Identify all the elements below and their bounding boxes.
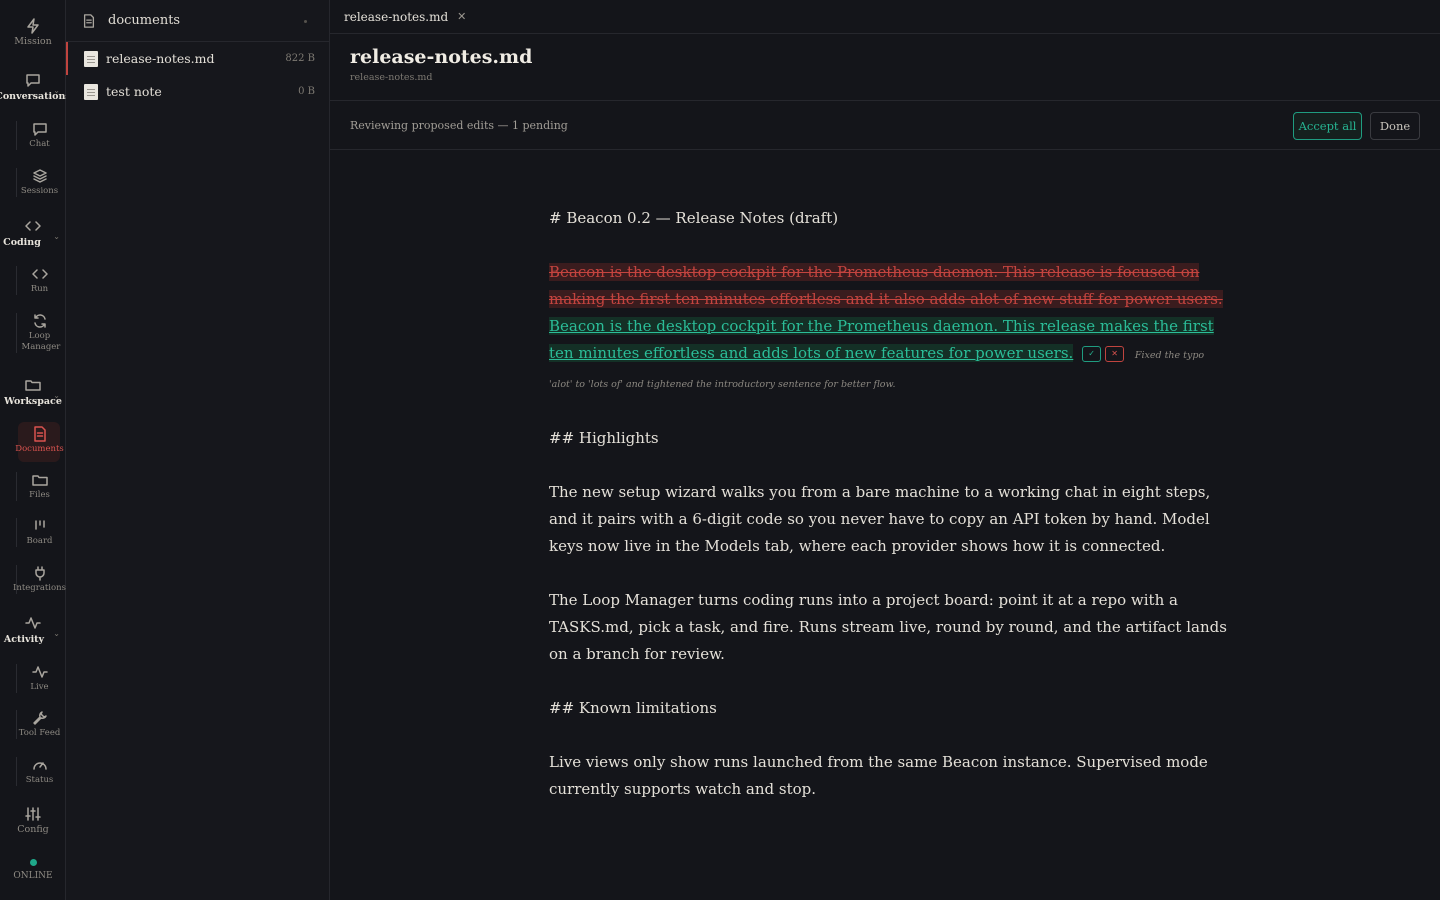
online-status: ONLINE [0,859,66,882]
reject-edit-button[interactable]: ✕ [1105,346,1125,362]
nav-rail: Mission ⌄ Conversations Chat Sessions ⌄ … [0,0,71,900]
rail-loop-manager[interactable]: Loop Manager [16,313,62,353]
sliders-icon [25,807,41,821]
layers-icon [32,169,47,183]
online-label: ONLINE [13,871,53,881]
chevron-down-icon: ⌄ [53,232,60,241]
accept-edit-button[interactable]: ✓ [1082,346,1102,362]
done-button[interactable]: Done [1370,112,1420,140]
paragraph: The Loop Manager turns coding runs into … [549,591,1227,663]
activity-icon [31,666,48,678]
tab-release-notes[interactable]: release-notes.md ✕ [344,10,466,24]
heading-known-limitations: ## Known limitations [549,699,717,717]
rail-run[interactable]: Run [16,266,62,295]
rail-sessions-label: Sessions [20,186,59,196]
document-header: release-notes.md release-notes.md [330,34,1440,101]
rail-loop-manager-label: Loop Manager [21,331,61,352]
deleted-text: Beacon is the desktop cockpit for the Pr… [549,263,1223,308]
rail-board-label: Board [26,536,53,546]
rail-status[interactable]: Status [16,757,62,786]
rail-sessions[interactable]: Sessions [16,168,62,197]
rail-integrations-label: Integrations [13,583,66,593]
chevron-down-icon: ⌄ [53,86,60,95]
refresh-icon [33,314,46,328]
chat-bubble-icon [26,74,40,87]
tab-label: release-notes.md [344,9,449,24]
code-icon [25,221,41,231]
activity-icon [25,617,41,629]
rail-files[interactable]: Files [16,472,62,501]
document-list-item[interactable]: test note 0 B [66,75,329,108]
document-list-item[interactable]: release-notes.md 822 B [66,42,329,75]
folder-icon [31,475,48,486]
kanban-icon [34,520,45,530]
rail-tool-feed[interactable]: Tool Feed [16,710,62,739]
tab-bar: release-notes.md ✕ [330,0,1440,34]
plug-icon [34,566,45,581]
rail-tool-feed-label: Tool Feed [18,728,61,738]
rail-group-activity[interactable]: ⌄ Activity [0,615,66,645]
editor-main: release-notes.md ✕ release-notes.md rele… [330,0,1440,900]
review-status: Reviewing proposed edits — 1 pending [350,118,568,132]
rail-config-label: Config [17,824,49,835]
folder-icon [25,380,41,391]
document-icon [33,426,46,442]
paragraph: Live views only show runs launched from … [549,753,1208,798]
document-size: 822 B [285,53,315,64]
rail-documents-label: Documents [15,444,64,454]
rail-group-label: Conversations [0,91,71,102]
rail-mission-label: Mission [14,36,52,47]
document-content[interactable]: # Beacon 0.2 — Release Notes (draft) Bea… [549,205,1229,830]
chevron-down-icon: ⌄ [53,629,60,638]
code-icon [31,269,48,279]
rail-files-label: Files [29,490,50,500]
gauge-icon [32,762,47,770]
document-name: test note [106,84,162,99]
rail-chat[interactable]: Chat [16,121,62,150]
lightning-icon [27,18,39,34]
document-title: release-notes.md [350,46,533,68]
chevron-down-icon: ⌄ [53,391,60,400]
rail-run-label: Run [30,284,49,294]
document-name: release-notes.md [106,51,215,66]
rail-group-coding[interactable]: ⌄ Coding [0,218,66,248]
rail-group-workspace[interactable]: ⌄ Workspace [0,377,66,407]
rail-chat-label: Chat [29,139,50,149]
close-icon[interactable]: ✕ [457,10,466,23]
status-dot-icon [304,20,307,23]
online-dot-icon [29,859,37,866]
documents-panel-header: documents [66,0,329,42]
proposed-edit: Beacon is the desktop cockpit for the Pr… [549,259,1229,398]
heading-highlights: ## Highlights [549,429,659,447]
document-path: release-notes.md [350,72,433,83]
rail-live[interactable]: Live [16,664,62,693]
rail-group-label: Coding [3,237,41,248]
rail-config[interactable]: Config [0,806,66,835]
accept-all-button[interactable]: Accept all [1293,112,1362,140]
rail-group-label: Activity [3,634,45,645]
file-icon [84,83,98,100]
documents-panel: documents release-notes.md 822 B test no… [66,0,330,900]
rail-live-label: Live [30,682,49,692]
rail-board[interactable]: Board [16,518,62,547]
rail-group-conversations[interactable]: ⌄ Conversations [0,72,71,102]
wrench-icon [32,711,47,725]
file-icon [84,50,98,67]
chat-icon [32,123,47,136]
rail-integrations[interactable]: Integrations [13,565,66,594]
document-size: 0 B [298,86,315,97]
heading-1: # Beacon 0.2 — Release Notes (draft) [549,209,839,227]
paragraph: The new setup wizard walks you from a ba… [549,483,1211,555]
rail-status-label: Status [25,775,54,785]
rail-mission[interactable]: Mission [0,18,66,47]
review-bar: Reviewing proposed edits — 1 pending Acc… [330,101,1440,150]
rail-documents[interactable]: Documents [15,422,64,462]
document-icon [83,13,95,28]
documents-panel-title: documents [108,13,181,28]
